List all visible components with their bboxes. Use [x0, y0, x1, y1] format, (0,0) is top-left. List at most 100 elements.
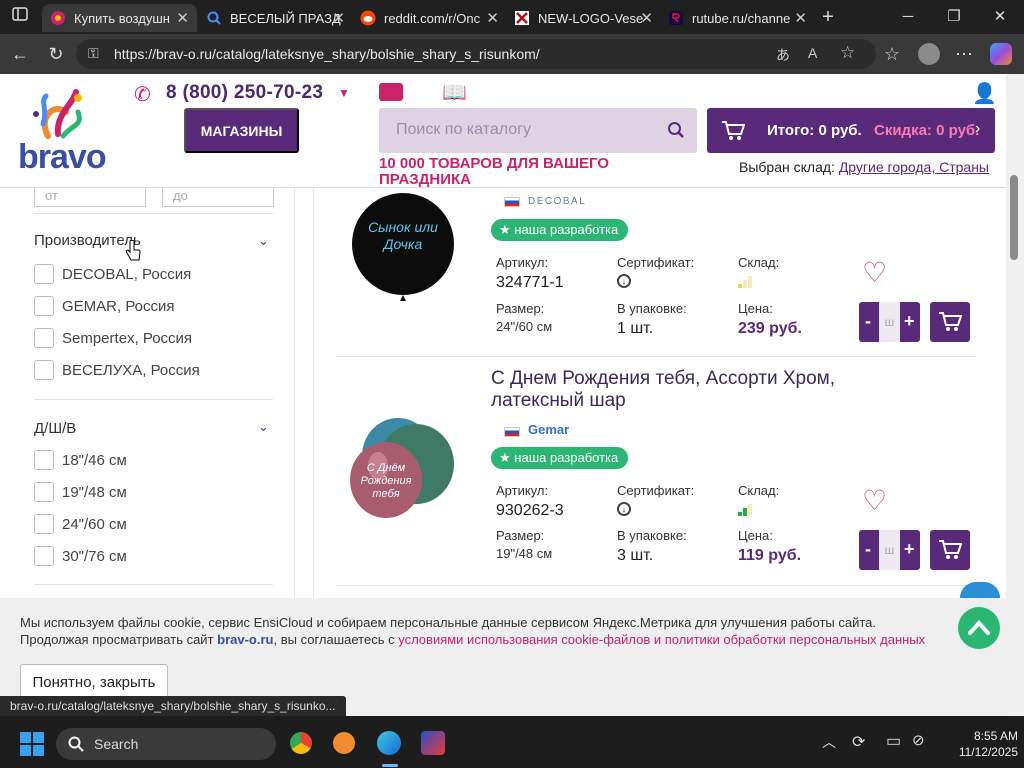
warehouse-link[interactable]: Другие города, Страны	[839, 159, 989, 175]
quantity-input[interactable]: ш	[879, 530, 900, 570]
cart-summary-button[interactable]: Итого: 0 руб. Скидка: 0 руб. ›	[707, 108, 995, 153]
catalog-search-input[interactable]: Поиск по каталогу	[379, 108, 697, 153]
quantity-stepper[interactable]: - ш +	[859, 530, 920, 570]
filter-option-19[interactable]: 19"/48 см	[34, 482, 127, 502]
minimize-icon[interactable]: ─	[888, 4, 928, 30]
chrome-icon[interactable]	[290, 732, 312, 754]
size-filter-title[interactable]: Д/Ш/В	[34, 420, 76, 437]
chevron-up-icon[interactable]: ︿	[822, 732, 836, 752]
heart-icon[interactable]: ♡	[862, 256, 887, 289]
tab-bravo[interactable]: Купить воздушн ✕	[42, 4, 197, 32]
checkbox[interactable]	[34, 450, 54, 470]
card-icon[interactable]	[379, 83, 403, 101]
product-image[interactable]: Сынок или Дочка	[352, 193, 454, 301]
chevron-down-icon[interactable]: ⌄	[258, 419, 269, 435]
checkbox[interactable]	[34, 296, 54, 316]
cookie-accept-button[interactable]: Понятно, закрыть	[20, 664, 168, 700]
add-to-cart-button[interactable]	[930, 302, 970, 342]
translate-icon[interactable]: あ	[776, 45, 790, 65]
heart-icon[interactable]: ♡	[862, 484, 887, 517]
certificate-label: Сертификат:	[617, 483, 695, 498]
app-icon[interactable]	[421, 731, 445, 755]
tab-newlogo[interactable]: NEW-LOGO-Vese ✕	[506, 4, 661, 32]
product-image[interactable]: С Днём Рождения тебя	[350, 416, 460, 536]
system-clock[interactable]: 8:55 AM 11/12/2025	[940, 728, 1018, 760]
close-tab-icon[interactable]: ✕	[794, 9, 807, 27]
chevron-down-icon[interactable]: ⌄	[258, 233, 269, 249]
app-icon[interactable]	[333, 732, 355, 754]
balloon-print-text: Сынок или Дочка	[368, 219, 438, 252]
quantity-stepper[interactable]: - ш +	[859, 302, 920, 342]
restore-icon[interactable]: ❐	[934, 4, 974, 30]
close-window-icon[interactable]: ✕	[980, 4, 1020, 30]
read-aloud-icon[interactable]: A	[808, 45, 817, 61]
tab-veselyi[interactable]: ВЕСЕЛЫЙ ПРАЗД ✕	[198, 4, 353, 32]
pack-label: В упаковке:	[617, 528, 687, 543]
filter-option-24[interactable]: 24"/60 см	[34, 514, 127, 534]
own-design-badge: ★ наша разработка	[491, 447, 628, 469]
display-icon[interactable]: ▭	[886, 731, 901, 751]
new-tab-button[interactable]: +	[808, 4, 848, 30]
filter-option-decobal[interactable]: DECOBAL, Россия	[34, 264, 191, 284]
reload-icon[interactable]: ↻	[44, 42, 68, 66]
user-icon[interactable]: 👤	[972, 81, 997, 106]
close-tab-icon[interactable]: ✕	[176, 9, 189, 27]
page-scrollbar[interactable]	[1006, 74, 1024, 716]
cookie-policy-link[interactable]: условиями использования cookie-файлов и …	[398, 632, 925, 647]
checkbox[interactable]	[34, 482, 54, 502]
edge-icon[interactable]	[377, 731, 401, 755]
checkbox[interactable]	[34, 328, 54, 348]
phone-dropdown-icon[interactable]: ▼	[338, 86, 350, 100]
close-tab-icon[interactable]: ✕	[640, 9, 653, 27]
taskbar-search[interactable]: Search	[56, 728, 276, 760]
close-tab-icon[interactable]: ✕	[332, 9, 345, 27]
book-icon[interactable]: 📖	[442, 80, 467, 105]
add-to-cart-button[interactable]	[930, 530, 970, 570]
filter-option-18[interactable]: 18"/46 см	[34, 450, 127, 470]
checkbox[interactable]	[34, 264, 54, 284]
scrollbar-thumb[interactable]	[1010, 175, 1018, 260]
search-icon[interactable]	[667, 121, 685, 139]
back-icon[interactable]: ←	[8, 42, 32, 66]
checkbox[interactable]	[34, 514, 54, 534]
download-icon[interactable]: ↓	[617, 502, 631, 516]
favorites-icon[interactable]: ☆	[880, 42, 904, 66]
filter-option-gemar[interactable]: GEMAR, Россия	[34, 296, 175, 316]
tab-rutube[interactable]: rutube.ru/channe ✕	[660, 4, 815, 32]
certificate-label: Сертификат:	[617, 255, 695, 270]
download-icon[interactable]: ↓	[617, 274, 631, 288]
filter-option-30[interactable]: 30"/76 см	[34, 546, 127, 566]
favorite-star-icon[interactable]: ☆	[840, 43, 855, 63]
plus-icon[interactable]: +	[904, 539, 915, 560]
quantity-input[interactable]: ш	[879, 302, 900, 342]
windows-start-icon[interactable]	[20, 732, 44, 756]
minus-icon[interactable]: -	[865, 311, 871, 332]
address-bar[interactable]: ⚿ https://brav-o.ru/catalog/lateksnye_sh…	[76, 39, 876, 69]
checkbox[interactable]	[34, 546, 54, 566]
copilot-icon[interactable]	[990, 43, 1012, 65]
range-from-input[interactable]: от	[34, 188, 146, 207]
scroll-to-top-button[interactable]	[958, 607, 1000, 649]
article-label: Артикул:	[496, 483, 549, 498]
minus-icon[interactable]: -	[865, 539, 871, 560]
range-to-input[interactable]: до	[162, 188, 274, 207]
bravo-logo[interactable]: bravo	[18, 84, 108, 184]
checkbox[interactable]	[34, 360, 54, 380]
filter-option-veselukha[interactable]: ВЕСЕЛУХА, Россия	[34, 360, 200, 380]
product-title[interactable]: С Днем Рождения тебя, Ассорти Хром, лате…	[491, 368, 911, 412]
article-value: 324771-1	[496, 274, 564, 291]
network-icon[interactable]: ⊘	[912, 731, 925, 749]
stores-button[interactable]: МАГАЗИНЫ	[184, 108, 299, 153]
size-label: Размер:	[496, 301, 545, 316]
sync-icon[interactable]: ⟳	[852, 732, 865, 752]
plus-icon[interactable]: +	[904, 311, 915, 332]
filter-option-sempertex[interactable]: Sempertex, Россия	[34, 328, 192, 348]
phone-number[interactable]: 8 (800) 250-70-23	[166, 82, 323, 104]
close-tab-icon[interactable]: ✕	[486, 9, 499, 27]
site-info-icon[interactable]: ⚿	[88, 45, 99, 62]
tab-reddit[interactable]: reddit.com/r/Onc ✕	[352, 4, 507, 32]
badge-label: наша разработка	[514, 450, 619, 465]
tab-actions-icon[interactable]	[8, 5, 32, 29]
profile-avatar[interactable]	[918, 43, 940, 65]
more-menu-icon[interactable]: ⋯	[952, 42, 976, 66]
